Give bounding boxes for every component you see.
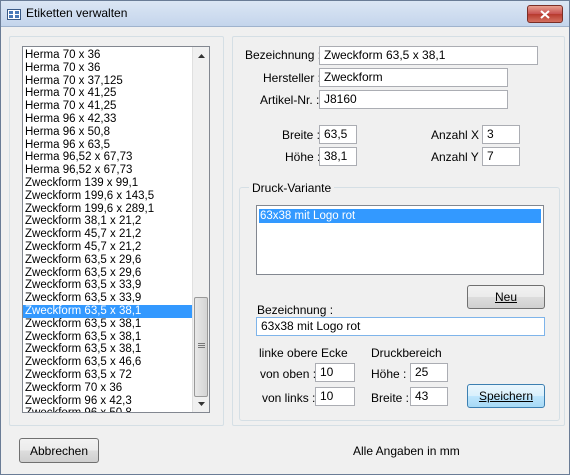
von-oben-field[interactable]: 10 <box>315 363 355 382</box>
list-item[interactable]: Zweckform 70 x 36 <box>23 382 193 395</box>
list-item[interactable]: Zweckform 63,5 x 38,1 <box>23 318 193 331</box>
hersteller-field[interactable]: Zweckform <box>319 68 508 87</box>
chevron-up-icon <box>197 53 205 58</box>
hoehe-field[interactable]: 38,1 <box>319 147 357 166</box>
neu-button[interactable]: Neu <box>467 285 545 309</box>
list-item[interactable]: Herma 96 x 63,5 <box>23 139 193 152</box>
close-button[interactable] <box>527 5 563 23</box>
anzahl-y-field[interactable]: 7 <box>482 147 520 166</box>
speichern-button[interactable]: Speichern <box>467 384 545 408</box>
app-icon <box>7 9 21 20</box>
linke-obere-ecke-label: linke obere Ecke <box>259 346 348 360</box>
list-item[interactable]: Zweckform 96 x 42,3 <box>23 395 193 408</box>
scroll-down-button[interactable] <box>193 395 209 412</box>
list-item[interactable]: Herma 96,52 x 67,73 <box>23 151 193 164</box>
speichern-button-label: Speichern <box>478 389 534 403</box>
list-item[interactable]: Zweckform 63,5 x 29,6 <box>23 254 193 267</box>
list-item[interactable]: Zweckform 63,5 x 33,9 <box>23 279 193 292</box>
label-list-items: Herma 70 x 36 Herma 70 x 36 Herma 70 x 37,… <box>23 49 193 412</box>
list-item[interactable]: Herma 96,52 x 67,73 <box>23 164 193 177</box>
dialog-window: Etiketten verwalten Herma 70 x 36 Herma 7… <box>0 0 570 475</box>
chevron-down-icon <box>197 401 205 406</box>
hersteller-label: Hersteller : <box>263 71 322 85</box>
close-icon <box>540 9 550 19</box>
list-item[interactable]: Zweckform 63,5 x 33,9 <box>23 292 193 305</box>
anzahl-x-label: Anzahl X : <box>431 128 486 142</box>
list-item[interactable]: Herma 96 x 50,8 <box>23 126 193 139</box>
neu-button-label: Neu <box>494 290 517 304</box>
list-item[interactable]: Zweckform 38,1 x 21,2 <box>23 215 193 228</box>
druckbereich-label: Druckbereich <box>371 346 442 360</box>
variant-item[interactable]: 63x38 mit Logo rot <box>259 209 541 223</box>
list-item[interactable]: Zweckform 63,5 x 38,1 <box>23 331 193 344</box>
units-info-text: Alle Angaben in mm <box>353 444 460 458</box>
list-item[interactable]: Zweckform 96 x 50,8 <box>23 407 193 412</box>
druck-hoehe-field[interactable]: 25 <box>410 363 448 382</box>
artikel-nr-label: Artikel-Nr. : <box>260 93 320 107</box>
list-item[interactable]: Zweckform 63,5 x 38,1 <box>23 343 193 356</box>
list-item[interactable]: Herma 96 x 42,33 <box>23 113 193 126</box>
breite-field[interactable]: 63,5 <box>319 125 357 144</box>
druck-variante-title: Druck-Variante <box>249 181 335 195</box>
artikel-nr-field[interactable]: J8160 <box>319 90 508 109</box>
bezeichnung-label: Bezeichnung : <box>245 48 322 62</box>
bezeichnung-field[interactable]: Zweckform 63,5 x 38,1 <box>319 46 538 65</box>
list-item-selected[interactable]: Zweckform 63,5 x 38,1 <box>23 304 193 318</box>
abbrechen-button[interactable]: Abbrechen <box>19 438 99 463</box>
list-item[interactable]: Herma 70 x 41,25 <box>23 100 193 113</box>
druck-hoehe-label: Höhe : <box>371 367 407 381</box>
von-oben-label: von oben : <box>260 367 317 381</box>
list-item[interactable]: Zweckform 63,5 x 72 <box>23 369 193 382</box>
list-item[interactable]: Zweckform 63,5 x 46,6 <box>23 356 193 369</box>
list-item[interactable]: Zweckform 45,7 x 21,2 <box>23 228 193 241</box>
list-item[interactable]: Zweckform 199,6 x 143,5 <box>23 190 193 203</box>
von-links-label: von links : <box>262 391 316 405</box>
list-item[interactable]: Herma 70 x 41,25 <box>23 87 193 100</box>
druck-breite-field[interactable]: 43 <box>410 387 448 406</box>
anzahl-x-field[interactable]: 3 <box>482 125 520 144</box>
list-item[interactable]: Zweckform 139 x 99,1 <box>23 177 193 190</box>
list-item[interactable]: Zweckform 45,7 x 21,2 <box>23 241 193 254</box>
list-scrollbar[interactable] <box>192 47 209 412</box>
title-bar[interactable]: Etiketten verwalten <box>1 1 569 27</box>
list-item[interactable]: Herma 70 x 36 <box>23 49 193 62</box>
list-item[interactable]: Zweckform 63,5 x 29,6 <box>23 267 193 280</box>
druck-breite-label: Breite : <box>371 391 410 405</box>
variant-listbox[interactable]: 63x38 mit Logo rot <box>256 205 544 275</box>
scroll-thumb[interactable] <box>194 297 208 397</box>
list-item[interactable]: Zweckform 199,6 x 289,1 <box>23 203 193 216</box>
variant-bezeichnung-label: Bezeichnung : <box>257 303 334 317</box>
breite-label: Breite : <box>282 128 321 142</box>
list-item[interactable]: Herma 70 x 36 <box>23 62 193 75</box>
variant-bezeichnung-field[interactable]: 63x38 mit Logo rot <box>256 317 545 336</box>
window-title: Etiketten verwalten <box>26 6 128 20</box>
label-listbox[interactable]: Herma 70 x 36 Herma 70 x 36 Herma 70 x 37,… <box>22 46 210 413</box>
abbrechen-button-label: Abbrechen <box>29 443 89 458</box>
scroll-up-button[interactable] <box>193 47 209 64</box>
von-links-field[interactable]: 10 <box>315 387 355 406</box>
hoehe-label: Höhe : <box>285 150 321 164</box>
anzahl-y-label: Anzahl Y : <box>431 150 486 164</box>
list-item[interactable]: Herma 70 x 37,125 <box>23 75 193 88</box>
